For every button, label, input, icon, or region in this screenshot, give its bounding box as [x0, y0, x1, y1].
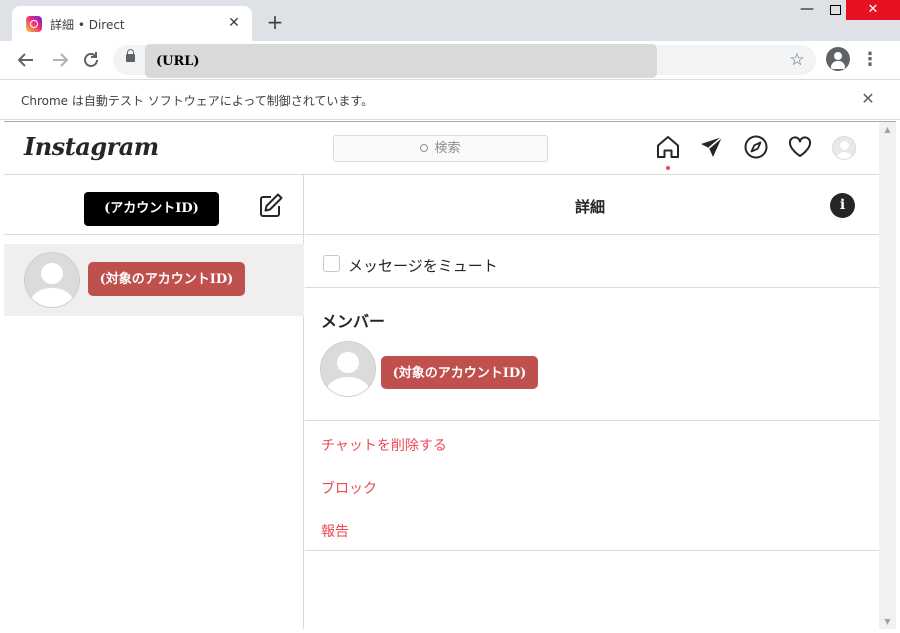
- mute-messages-label[interactable]: メッセージをミュート: [348, 255, 498, 276]
- block-link[interactable]: ブロック: [321, 478, 377, 498]
- scroll-up-arrow-icon[interactable]: ▲: [879, 124, 896, 136]
- forward-button[interactable]: [48, 48, 72, 72]
- search-icon: [420, 144, 429, 152]
- thread-account-name: (対象のアカウントID): [88, 262, 245, 296]
- members-section: メンバー (対象のアカウントID): [305, 288, 879, 421]
- page-viewport: Instagram 検索 (アカウントID) (対象のアカウントID) 詳細 i…: [4, 121, 896, 629]
- page-scrollbar[interactable]: ▲ ▼: [879, 122, 896, 629]
- conversation-list-panel: (アカウントID) (対象のアカウントID): [4, 175, 304, 629]
- direct-send-icon[interactable]: [699, 134, 725, 160]
- tab-title: 詳細 • Direct: [50, 18, 125, 32]
- reload-button[interactable]: [79, 48, 103, 72]
- arrow-left-icon: [17, 53, 33, 67]
- explore-compass-icon[interactable]: [743, 134, 769, 160]
- infobar-close-icon[interactable]: ✕: [857, 88, 879, 110]
- reload-icon: [84, 52, 98, 67]
- details-header: 詳細 i: [305, 175, 879, 235]
- home-notification-dot: [666, 166, 670, 170]
- browser-tab[interactable]: 詳細 • Direct ✕: [12, 6, 252, 41]
- window-close-button[interactable]: ✕: [846, 0, 900, 20]
- arrow-right-icon: [53, 53, 69, 67]
- new-message-compose-icon[interactable]: [257, 191, 285, 219]
- window-minimize-button[interactable]: —: [792, 0, 822, 20]
- report-link[interactable]: 報告: [321, 521, 349, 541]
- search-placeholder: 検索: [434, 141, 461, 156]
- automation-infobar: Chrome は自動テスト ソフトウェアによって制御されています。 ✕: [0, 79, 900, 120]
- mute-messages-checkbox[interactable]: [323, 255, 340, 272]
- mute-messages-row[interactable]: メッセージをミュート: [305, 235, 879, 288]
- profile-avatar[interactable]: [832, 136, 856, 160]
- thread-avatar: [24, 252, 80, 308]
- lock-icon: [126, 49, 135, 62]
- infobar-message: Chrome は自動テスト ソフトウェアによって制御されています。: [21, 94, 374, 108]
- search-input[interactable]: 検索: [333, 135, 548, 162]
- details-panel: 詳細 i メッセージをミュート メンバー (対象のアカウントID) チャットを削…: [305, 175, 879, 629]
- address-bar[interactable]: (URL) ☆: [113, 44, 816, 78]
- instagram-favicon-icon: [26, 16, 42, 32]
- home-icon[interactable]: [655, 134, 681, 160]
- activity-heart-icon[interactable]: [787, 134, 813, 160]
- bookmark-star-icon[interactable]: ☆: [786, 49, 808, 71]
- browser-tab-strip: 詳細 • Direct ✕ + — ✕: [0, 0, 900, 41]
- instagram-header: Instagram 検索: [4, 122, 879, 175]
- tab-close-icon[interactable]: ✕: [224, 13, 244, 33]
- details-title: 詳細: [574, 198, 605, 216]
- browser-menu-icon[interactable]: ⋮: [860, 48, 880, 72]
- account-id-switcher[interactable]: (アカウントID): [84, 192, 219, 226]
- browser-profile-icon[interactable]: [826, 47, 850, 71]
- delete-chat-link[interactable]: チャットを削除する: [321, 435, 447, 455]
- new-tab-button[interactable]: +: [264, 12, 286, 34]
- browser-toolbar: (URL) ☆ ⋮: [0, 41, 900, 79]
- member-account-name[interactable]: (対象のアカウントID): [381, 356, 538, 389]
- member-avatar[interactable]: [320, 341, 376, 397]
- url-text[interactable]: (URL): [145, 44, 657, 78]
- window-maximize-button[interactable]: [822, 0, 846, 20]
- back-button[interactable]: [14, 48, 38, 72]
- scroll-down-arrow-icon[interactable]: ▼: [879, 616, 896, 628]
- instagram-logo[interactable]: Instagram: [24, 132, 159, 161]
- info-icon[interactable]: i: [830, 193, 855, 218]
- conversation-thread-item[interactable]: (対象のアカウントID): [4, 244, 304, 316]
- conversation-list-header: (アカウントID): [4, 175, 304, 235]
- actions-section: チャットを削除する ブロック 報告: [305, 421, 879, 551]
- members-title: メンバー: [321, 312, 386, 331]
